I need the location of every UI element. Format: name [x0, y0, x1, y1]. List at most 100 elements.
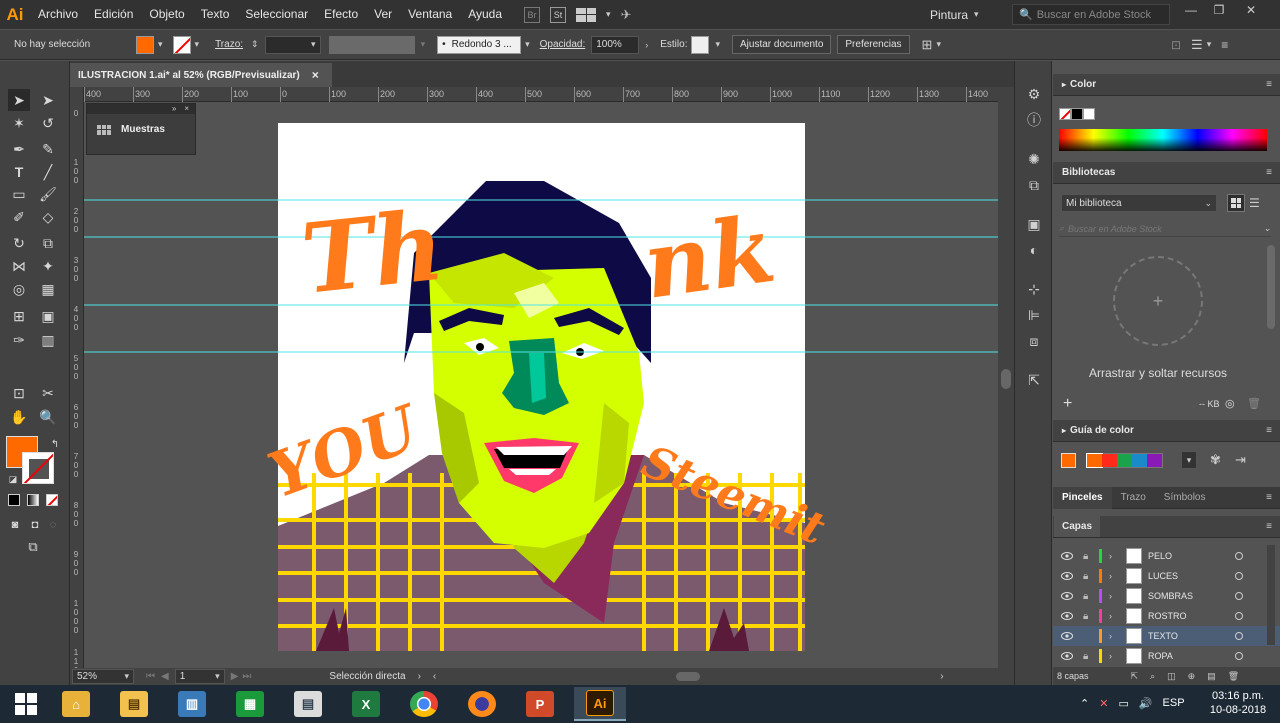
- layer-row[interactable]: 🔒︎ › ROPA: [1053, 646, 1280, 666]
- eraser-tool-icon[interactable]: ◇: [37, 206, 59, 228]
- libraries-panel-header[interactable]: Bibliotecas ≡: [1053, 162, 1280, 184]
- visibility-eye-icon[interactable]: [1061, 592, 1073, 600]
- fill-swatch[interactable]: [136, 35, 154, 54]
- collapse-icon[interactable]: »: [172, 104, 176, 114]
- layer-row[interactable]: 🔒︎ › ROSTRO: [1053, 606, 1280, 626]
- taskbar-app[interactable]: X: [340, 687, 392, 721]
- panel-menu-icon[interactable]: ≡: [1266, 79, 1272, 90]
- guide-swatch[interactable]: [1086, 453, 1103, 468]
- vertical-ruler[interactable]: 0 1 0 0 2 0 0 3 0 0 4 0 0 5 0 0 6 0 0 7 0 0 8 0 …: [70, 87, 84, 723]
- layer-target-icon[interactable]: [1235, 652, 1243, 660]
- lock-icon[interactable]: 🔒︎: [1083, 611, 1088, 622]
- vertical-scrollbar[interactable]: [998, 87, 1014, 668]
- layer-target-icon[interactable]: [1235, 572, 1243, 580]
- menu-ayuda[interactable]: Ayuda: [460, 0, 510, 29]
- menu-efecto[interactable]: Efecto: [316, 0, 366, 29]
- layer-target-icon[interactable]: [1235, 632, 1243, 640]
- show-hidden-icons-icon[interactable]: ⌃: [1080, 697, 1089, 710]
- language-indicator[interactable]: ESP: [1163, 697, 1185, 710]
- panel-menu-icon[interactable]: ≡: [1266, 521, 1272, 532]
- panel-menu-icon[interactable]: ≡: [1266, 167, 1272, 178]
- close-button[interactable]: ✕: [1238, 0, 1264, 20]
- screen-mode-icon[interactable]: ⧉: [22, 536, 44, 558]
- expand-chevron-icon[interactable]: ›: [1109, 591, 1112, 601]
- guide-base-swatch[interactable]: [1061, 453, 1076, 468]
- slice-tool-icon[interactable]: ✂: [37, 382, 59, 404]
- document-tab[interactable]: ILUSTRACION 1.ai* al 52% (RGB/Previsuali…: [70, 63, 332, 87]
- rotate-tool-icon[interactable]: ↻: [8, 232, 30, 254]
- layer-name[interactable]: PELO: [1148, 551, 1172, 561]
- layers-scrollbar[interactable]: [1267, 545, 1275, 645]
- horizontal-ruler[interactable]: 400 300 200 100 0 100 200 300 400 500 600 700 800 900…: [84, 87, 998, 102]
- panel-menu-icon[interactable]: ≡: [1266, 492, 1272, 503]
- layer-name[interactable]: ROPA: [1148, 651, 1173, 661]
- gpu-performance-icon[interactable]: ✈: [621, 7, 632, 23]
- clipping-mask-icon[interactable]: ◫: [1167, 671, 1176, 682]
- taskbar-app[interactable]: [456, 687, 508, 721]
- color-spectrum[interactable]: [1059, 129, 1267, 151]
- default-colors-icon[interactable]: ◪: [2, 468, 24, 490]
- clock[interactable]: 03:16 p.m. 10-08-2018: [1200, 689, 1276, 717]
- chevron-down-icon[interactable]: ▾: [421, 39, 426, 50]
- eyedropper-tool-icon[interactable]: ✑: [8, 329, 30, 351]
- menu-ver[interactable]: Ver: [366, 0, 400, 29]
- visibility-eye-icon[interactable]: [1061, 612, 1073, 620]
- arrange-documents-icon[interactable]: [576, 7, 597, 22]
- magic-wand-icon[interactable]: ✶: [8, 112, 30, 134]
- horizontal-scrollbar-thumb[interactable]: [676, 672, 701, 681]
- lock-icon[interactable]: 🔒︎: [1083, 551, 1088, 562]
- tab-símbolos[interactable]: Símbolos: [1155, 487, 1215, 509]
- info-icon[interactable]: ⓘ: [1025, 111, 1043, 129]
- chevron-down-icon[interactable]: ▾: [1207, 39, 1212, 50]
- artboards-icon[interactable]: ⧉: [1025, 176, 1043, 194]
- brush-definition[interactable]: • Redondo 3 ...: [437, 35, 522, 54]
- artboard-number-input[interactable]: 1 ▾: [174, 669, 225, 684]
- chevron-down-icon[interactable]: ▾: [525, 39, 530, 50]
- layer-target-icon[interactable]: [1235, 592, 1243, 600]
- type-tool-icon[interactable]: T: [8, 161, 30, 183]
- line-tool-icon[interactable]: ╱: [37, 161, 59, 183]
- expand-chevron-icon[interactable]: ›: [1109, 551, 1112, 561]
- stroke-color-box[interactable]: [22, 452, 54, 484]
- selection-tool-icon[interactable]: ➤: [8, 89, 30, 111]
- visibility-eye-icon[interactable]: [1061, 652, 1073, 660]
- layer-row[interactable]: 🔒︎ › LUCES: [1053, 566, 1280, 586]
- preferences-button[interactable]: Preferencias: [837, 35, 910, 54]
- pen-tool-icon[interactable]: ✒: [8, 138, 30, 160]
- guide-swatch[interactable]: [1102, 454, 1117, 467]
- none-mode-icon[interactable]: [46, 494, 58, 506]
- layer-name[interactable]: LUCES: [1148, 571, 1178, 581]
- export-layer-icon[interactable]: ⇱: [1131, 671, 1139, 682]
- direct-selection-tool-icon[interactable]: ➤: [37, 89, 59, 111]
- guide-swatch[interactable]: [1132, 454, 1147, 467]
- layer-name[interactable]: SOMBRAS: [1148, 591, 1193, 601]
- artboard-illustration[interactable]: Th nkYOU Steemit: [84, 103, 998, 668]
- stroke-weight-input[interactable]: ▾: [264, 35, 321, 54]
- color-none-fill[interactable]: [1059, 108, 1071, 120]
- align-icon[interactable]: ⊫: [1025, 306, 1043, 324]
- gradient-icon[interactable]: ▣: [1025, 215, 1043, 233]
- zoom-tool-icon[interactable]: 🔍: [37, 406, 59, 428]
- tab-trazo[interactable]: Trazo: [1112, 487, 1155, 509]
- close-icon[interactable]: ×: [184, 104, 189, 114]
- adjust-document-button[interactable]: Ajustar documento: [732, 35, 832, 54]
- first-artboard-icon[interactable]: ⏮: [146, 671, 155, 682]
- lock-icon[interactable]: 🔒︎: [1083, 591, 1088, 602]
- sync-icon[interactable]: ◎: [1225, 397, 1235, 410]
- visibility-eye-icon[interactable]: [1061, 552, 1073, 560]
- locate-object-icon[interactable]: ⌕: [1150, 671, 1155, 682]
- layer-target-icon[interactable]: [1235, 552, 1243, 560]
- next-artboard-icon[interactable]: ▶: [231, 671, 239, 682]
- lasso-tool-icon[interactable]: ↺: [37, 112, 59, 134]
- taskbar-app[interactable]: ▤: [108, 687, 160, 721]
- properties-icon[interactable]: ⚙: [1025, 85, 1043, 103]
- menu-objeto[interactable]: Objeto: [141, 0, 192, 29]
- color-guide-panel-header[interactable]: ▸ Guía de color ≡: [1053, 420, 1280, 442]
- panel-options-icon[interactable]: ☰: [1191, 37, 1203, 53]
- save-group-icon[interactable]: ⇥: [1235, 452, 1246, 468]
- minimize-button[interactable]: —: [1178, 0, 1204, 20]
- guide-swatch[interactable]: [1147, 454, 1162, 467]
- close-tab-icon[interactable]: ×: [312, 68, 319, 82]
- collapse-icon[interactable]: ▸: [1062, 426, 1066, 435]
- chevron-down-icon[interactable]: ▾: [715, 39, 720, 50]
